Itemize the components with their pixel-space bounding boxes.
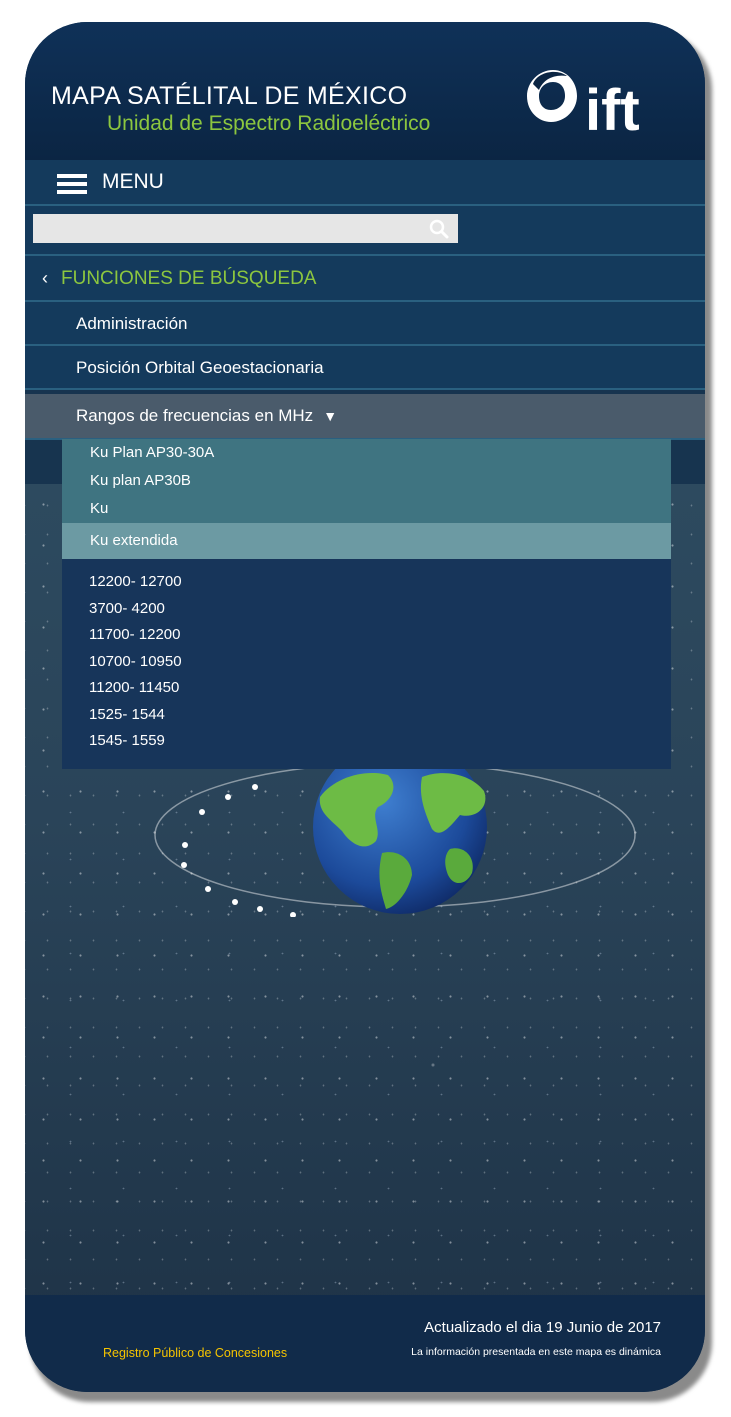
globe-illustration [154,757,636,917]
device-frame: MAPA SATÉLITAL DE MÉXICO Unidad de Espec… [25,22,705,1392]
ift-logo[interactable]: ift [523,66,673,138]
nav-item-rangos-frecuencias[interactable]: Rangos de frecuencias en MHz ▼ [25,394,705,440]
band-option[interactable]: Ku [62,495,671,523]
range-item[interactable]: 11700- 12200 [62,622,671,649]
band-option[interactable]: Ku Plan AP30-30A [62,439,671,467]
search-input[interactable] [33,214,458,243]
chevron-left-icon[interactable]: ‹ [42,268,48,289]
nav-item-label[interactable]: Administración [76,314,188,334]
search-bar [25,206,705,256]
range-item[interactable]: 10700- 10950 [62,649,671,676]
menu-toggle[interactable]: MENU [25,160,705,206]
nav-item-label[interactable]: Rangos de frecuencias en MHz ▼ [76,406,337,426]
range-item[interactable]: 12200- 12700 [62,569,671,596]
search-icon[interactable] [429,219,449,239]
nav-item-label[interactable]: Posición Orbital Geoestacionaria [76,358,324,378]
menu-label[interactable]: MENU [102,170,164,194]
page-title: MAPA SATÉLITAL DE MÉXICO [51,82,408,110]
logo-wordmark: ift [585,78,640,138]
range-item[interactable]: 3700- 4200 [62,596,671,623]
globe-earth [313,757,487,914]
band-option[interactable]: Ku plan AP30B [62,467,671,495]
app-footer: Registro Público de Concesiones Actualiz… [25,1295,705,1392]
last-updated-text: Actualizado el dia 19 Junio de 2017 [424,1319,661,1336]
hamburger-icon[interactable] [57,174,87,194]
range-item[interactable]: 1525- 1544 [62,702,671,729]
app-header: MAPA SATÉLITAL DE MÉXICO Unidad de Espec… [25,22,705,160]
caret-down-icon[interactable]: ▼ [323,408,337,424]
range-item[interactable]: 11200- 11450 [62,675,671,702]
range-item[interactable]: 1545- 1559 [62,728,671,755]
nav-item-administracion[interactable]: Administración [25,302,705,346]
nav-item-posicion-orbital[interactable]: Posición Orbital Geoestacionaria [25,346,705,390]
back-label[interactable]: FUNCIONES DE BÚSQUEDA [61,268,316,290]
back-to-search-functions[interactable]: ‹ FUNCIONES DE BÚSQUEDA [25,256,705,302]
range-list: 12200- 12700 3700- 4200 11700- 12200 107… [62,559,671,769]
dynamic-info-note: La información presentada en este mapa e… [411,1346,661,1358]
page-subtitle: Unidad de Espectro Radioeléctrico [107,112,431,135]
frequency-dropdown: Ku Plan AP30-30A Ku plan AP30B Ku Ku ext… [62,439,671,769]
registro-publico-link[interactable]: Registro Público de Concesiones [103,1346,287,1360]
band-option-selected[interactable]: Ku extendida [62,523,671,559]
